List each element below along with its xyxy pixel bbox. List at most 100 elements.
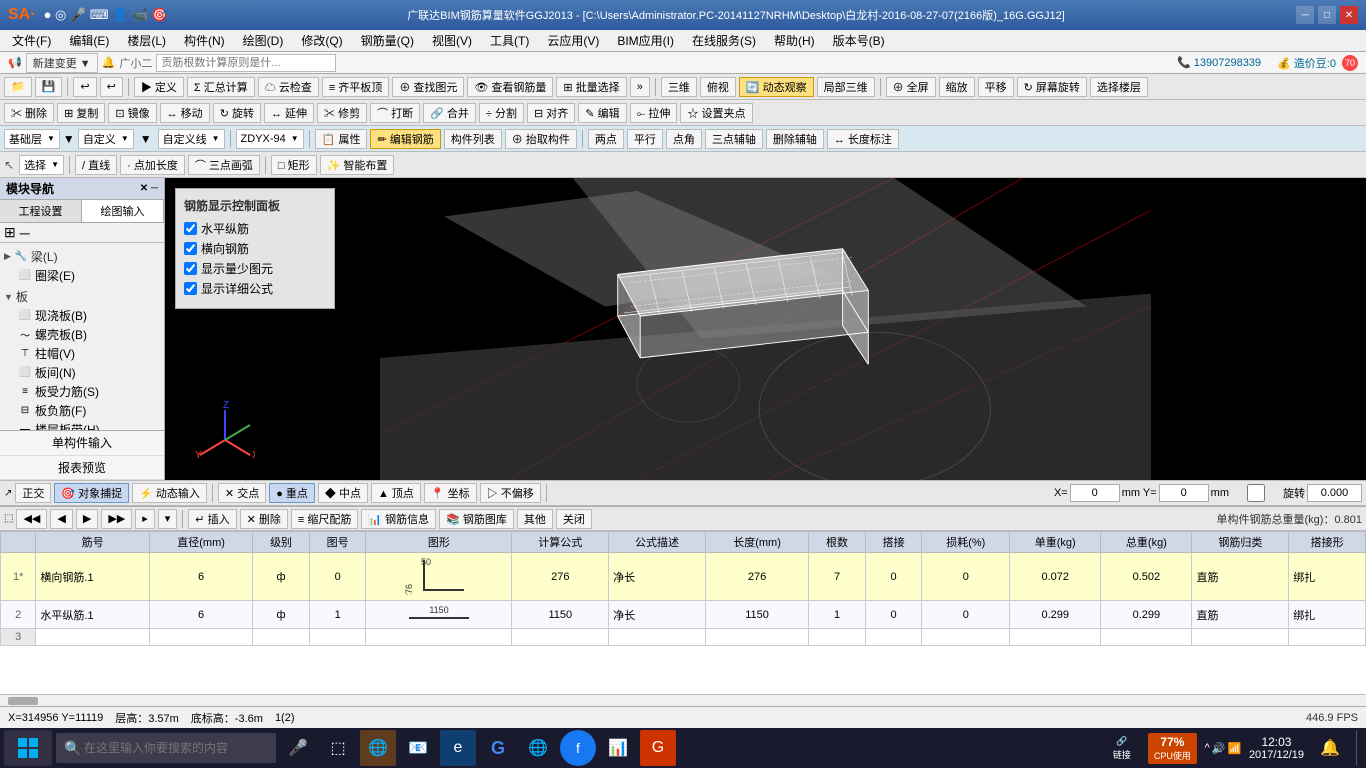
dt-rebar-info[interactable]: 📊 钢筋信息 xyxy=(361,509,436,529)
dt-others[interactable]: 其他 xyxy=(517,509,553,529)
tb-mirror[interactable]: ⊡ 镜像 xyxy=(108,103,156,123)
taskbar-mail[interactable]: 📧 xyxy=(400,730,436,766)
notif-search[interactable] xyxy=(156,54,336,72)
dt-last[interactable]: ▶▶ xyxy=(101,509,132,529)
tb-level[interactable]: ≡ 齐平板顶 xyxy=(322,77,389,97)
taskbar-web[interactable]: 🌐 xyxy=(520,730,556,766)
tb-undo[interactable]: ↩ xyxy=(73,77,96,97)
menu-floor[interactable]: 楼层(L) xyxy=(119,30,174,51)
layer-type-select[interactable]: 自定义 xyxy=(78,129,134,149)
rebar-check-vert-input[interactable] xyxy=(184,242,197,255)
tree-item-col-cap[interactable]: ⊤ 柱帽(V) xyxy=(2,344,162,363)
report-preview-btn[interactable]: 报表预览 xyxy=(0,456,164,481)
menu-tools[interactable]: 工具(T) xyxy=(482,30,537,51)
y-input[interactable] xyxy=(1159,484,1209,502)
section-beam-header[interactable]: ▶ 🔧 梁(L) xyxy=(2,247,162,266)
menu-cloud[interactable]: 云应用(V) xyxy=(539,30,607,51)
tb-pick-component[interactable]: ⊕ 抬取构件 xyxy=(505,129,577,149)
menu-rebar-qty[interactable]: 钢筋量(Q) xyxy=(353,30,422,51)
taskbar-connection[interactable]: 🔗 链接 xyxy=(1104,730,1140,766)
tb-view-rebar[interactable]: 👁 查看钢筋量 xyxy=(467,77,553,97)
tb-grip[interactable]: ☆ 设置夹点 xyxy=(680,103,752,123)
menu-bim[interactable]: BIM应用(I) xyxy=(609,30,682,51)
menu-version[interactable]: 版本号(B) xyxy=(825,30,893,51)
bt-midpoint[interactable]: ◆ 中点 xyxy=(318,483,368,503)
tree-item-spiral-slab[interactable]: 〜 螺壳板(B) xyxy=(2,325,162,344)
taskbar-voice[interactable]: 🎤 xyxy=(280,730,316,766)
tb-redo[interactable]: ↩ xyxy=(100,77,123,97)
start-button[interactable] xyxy=(4,730,52,766)
tb-split[interactable]: ÷ 分割 xyxy=(479,103,524,123)
cpu-indicator[interactable]: 77% CPU使用 xyxy=(1148,733,1197,764)
dt-delete[interactable]: ✕ 删除 xyxy=(240,509,288,529)
tb-parallel[interactable]: 平行 xyxy=(627,129,663,149)
rebar-check-show-few[interactable]: 显示量少图元 xyxy=(184,260,326,277)
rebar-check-show-few-input[interactable] xyxy=(184,262,197,275)
tb-pan[interactable]: 平移 xyxy=(978,77,1014,97)
tb-more[interactable]: » xyxy=(630,77,650,97)
tb-del-aux[interactable]: 删除辅轴 xyxy=(766,129,824,149)
tree-item-circle-beam[interactable]: ⬜ 圈梁(E) xyxy=(2,266,162,285)
tb-top-view[interactable]: 俯视 xyxy=(700,77,736,97)
tb-copy[interactable]: ⊞ 复制 xyxy=(57,103,105,123)
tb-edit-rebar[interactable]: ✏ 编辑钢筋 xyxy=(370,129,440,149)
tree-collapse[interactable]: ─ xyxy=(20,225,30,241)
bt-orthogonal[interactable]: 正交 xyxy=(15,483,51,503)
tb-auto-place[interactable]: ✨ 智能布置 xyxy=(320,155,395,175)
tb-zoom[interactable]: 缩放 xyxy=(939,77,975,97)
taskbar-search[interactable] xyxy=(56,733,276,763)
tb-batch-select[interactable]: ⊞ 批量选择 xyxy=(556,77,626,97)
tree-item-cast-slab[interactable]: ⬜ 现浇板(B) xyxy=(2,306,162,325)
tb-new[interactable]: 📁 xyxy=(4,77,32,97)
menu-modify[interactable]: 修改(Q) xyxy=(293,30,350,51)
tb-arc[interactable]: ⌒ 三点画弧 xyxy=(188,155,260,175)
dt-down[interactable]: ▾ xyxy=(158,509,178,529)
tb-break[interactable]: ⌒ 打断 xyxy=(370,103,420,123)
tb-merge[interactable]: 🔗 合并 xyxy=(423,103,476,123)
x-input[interactable] xyxy=(1070,484,1120,502)
taskbar-show-desktop[interactable] xyxy=(1356,730,1362,766)
tb-fullscreen[interactable]: ⊕ 全屏 xyxy=(886,77,936,97)
bt-coord[interactable]: 📍 坐标 xyxy=(424,483,477,503)
rebar-check-formula-input[interactable] xyxy=(184,282,197,295)
taskbar-task-view[interactable]: ⬚ xyxy=(320,730,356,766)
tb-property[interactable]: 📋 属性 xyxy=(315,129,368,149)
bt-no-offset[interactable]: ▷ 不偏移 xyxy=(480,483,541,503)
bt-toppoint[interactable]: ▲ 顶点 xyxy=(371,483,421,503)
taskbar-ie[interactable]: 🌐 xyxy=(360,730,396,766)
taskbar-edge[interactable]: e xyxy=(440,730,476,766)
tb-save[interactable]: 💾 xyxy=(35,77,63,97)
dt-close[interactable]: 关闭 xyxy=(556,509,592,529)
tb-line[interactable]: / 直线 xyxy=(75,155,117,175)
tree-item-floor-band[interactable]: ▬ 楼层板带(H) xyxy=(2,420,162,430)
tb-trim[interactable]: ✂ 修剪 xyxy=(317,103,367,123)
rebar-check-horiz-input[interactable] xyxy=(184,222,197,235)
tb-component-list[interactable]: 构件列表 xyxy=(444,129,502,149)
dt-scale[interactable]: ≡ 缩尺配筋 xyxy=(291,509,358,529)
left-panel-close[interactable]: ✕ ─ xyxy=(140,183,158,194)
tb-edit-icon[interactable]: ✎ 编辑 xyxy=(578,103,626,123)
tree-expand[interactable]: ⊞ xyxy=(4,224,16,241)
bt-snap[interactable]: 🎯 对象捕捉 xyxy=(54,483,129,503)
code-select[interactable]: ZDYX-94 xyxy=(236,129,304,149)
dt-prev[interactable]: ◀ xyxy=(50,509,72,529)
menu-view[interactable]: 视图(V) xyxy=(424,30,480,51)
dt-first[interactable]: ◀◀ xyxy=(16,509,47,529)
tree-item-inter-slab[interactable]: ⬜ 板间(N) xyxy=(2,363,162,382)
tb-stretch[interactable]: ⟜ 拉伸 xyxy=(630,103,678,123)
rebar-check-formula[interactable]: 显示详细公式 xyxy=(184,280,326,297)
rotate-input[interactable] xyxy=(1307,484,1362,502)
tb-local-3d[interactable]: 局部三维 xyxy=(817,77,875,97)
bt-dynamic-input[interactable]: ⚡ 动态输入 xyxy=(132,483,207,503)
canvas-area[interactable]: X Y Z 钢筋显示控制面板 水平纵筋 横向钢筋 xyxy=(165,178,1366,480)
layer-select[interactable]: 基础层 xyxy=(4,129,60,149)
tb-sum[interactable]: Σ 汇总计算 xyxy=(187,77,255,97)
h-scrollbar[interactable] xyxy=(0,694,1366,706)
tb-select-floor[interactable]: 选择楼层 xyxy=(1090,77,1148,97)
taskbar-chrome[interactable]: G xyxy=(480,730,516,766)
taskbar-gld[interactable]: G xyxy=(640,730,676,766)
rebar-check-vert[interactable]: 横向钢筋 xyxy=(184,240,326,257)
minimize-btn[interactable]: ─ xyxy=(1296,6,1314,24)
menu-online[interactable]: 在线服务(S) xyxy=(684,30,764,51)
maximize-btn[interactable]: □ xyxy=(1318,6,1336,24)
